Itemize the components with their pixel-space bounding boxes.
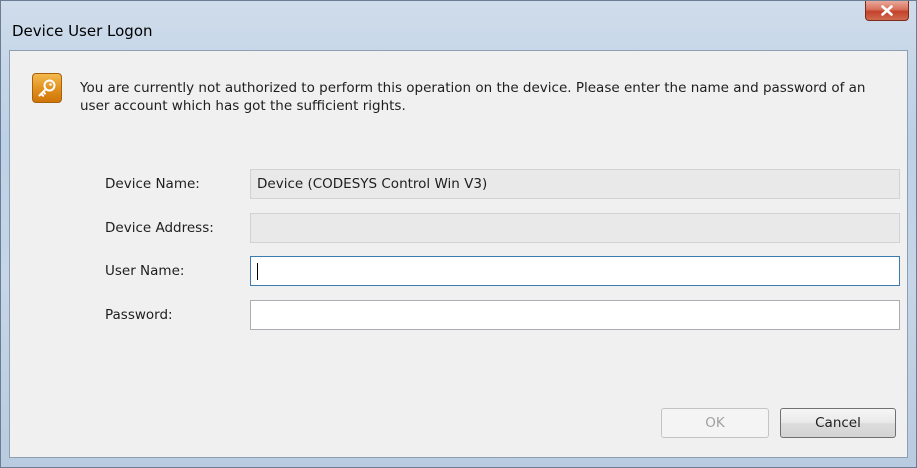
password-label: Password: [105, 307, 173, 323]
device-name-field: Device (CODESYS Control Win V3) [250, 169, 900, 199]
dialog-window: Device User Logon You are currently not … [0, 0, 917, 468]
device-address-label: Device Address: [105, 220, 214, 236]
text-caret [257, 263, 258, 280]
cancel-button[interactable]: Cancel [780, 408, 896, 438]
ok-button[interactable]: OK [661, 408, 769, 438]
title-bar[interactable]: Device User Logon [1, 1, 916, 45]
key-icon [32, 73, 62, 103]
close-button[interactable] [865, 1, 909, 21]
close-icon [881, 5, 893, 16]
dialog-body: You are currently not authorized to perf… [9, 50, 908, 458]
user-name-label: User Name: [105, 263, 185, 279]
user-name-input[interactable] [250, 256, 900, 286]
device-name-label: Device Name: [105, 176, 200, 192]
authorization-message: You are currently not authorized to perf… [80, 80, 866, 114]
window-title: Device User Logon [12, 22, 153, 40]
device-address-field [250, 213, 900, 243]
password-input[interactable] [250, 300, 900, 330]
